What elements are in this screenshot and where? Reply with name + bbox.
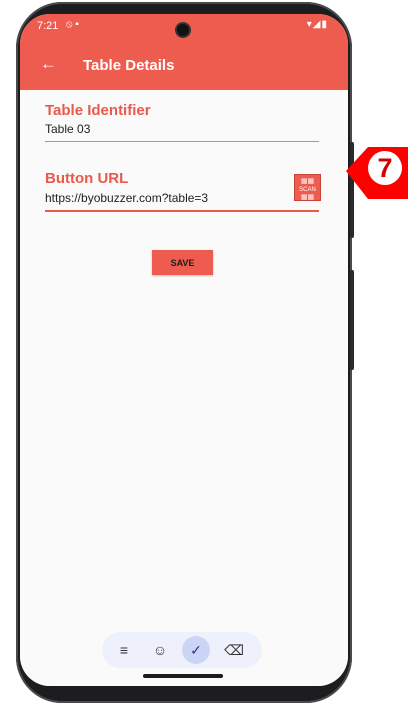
button-url-input[interactable]: https://byobuzzer.com?table=3 [45,191,319,212]
status-time: 7:21 [37,20,59,32]
gesture-nav-bar[interactable] [143,674,223,678]
form-content: Table Identifier Table 03 Button URL ▦▦ … [20,90,348,686]
app-bar: ← Table Details [20,44,348,90]
screen: 7:21 ⦸ ▪ ▾◢▮ ← Table Details Table Ident… [20,14,348,686]
phone-frame: 7:21 ⦸ ▪ ▾◢▮ ← Table Details Table Ident… [16,2,354,703]
table-identifier-label: Table Identifier [45,102,151,119]
check-icon[interactable]: ✓ [182,636,210,664]
page-title: Table Details [83,57,175,74]
qr-code-icon: ▦▦ [300,178,315,185]
save-button[interactable]: SAVE [152,250,213,275]
menu-icon[interactable]: ≡ [110,636,138,664]
back-arrow-icon[interactable]: ← [40,54,57,74]
emoji-icon[interactable]: ☺ [146,636,174,664]
table-identifier-input[interactable]: Table 03 [45,122,319,142]
callout-number: 7 [368,151,402,185]
backspace-icon[interactable]: ⌫ [220,636,248,664]
front-camera [175,22,191,38]
status-left-icons: ⦸ ▪ [66,19,79,30]
keyboard-toolbar: ≡ ☺ ✓ ⌫ [102,632,262,668]
button-url-label: Button URL [45,170,129,187]
volume-button [350,270,354,370]
status-right-icons: ▾◢▮ [306,19,328,30]
